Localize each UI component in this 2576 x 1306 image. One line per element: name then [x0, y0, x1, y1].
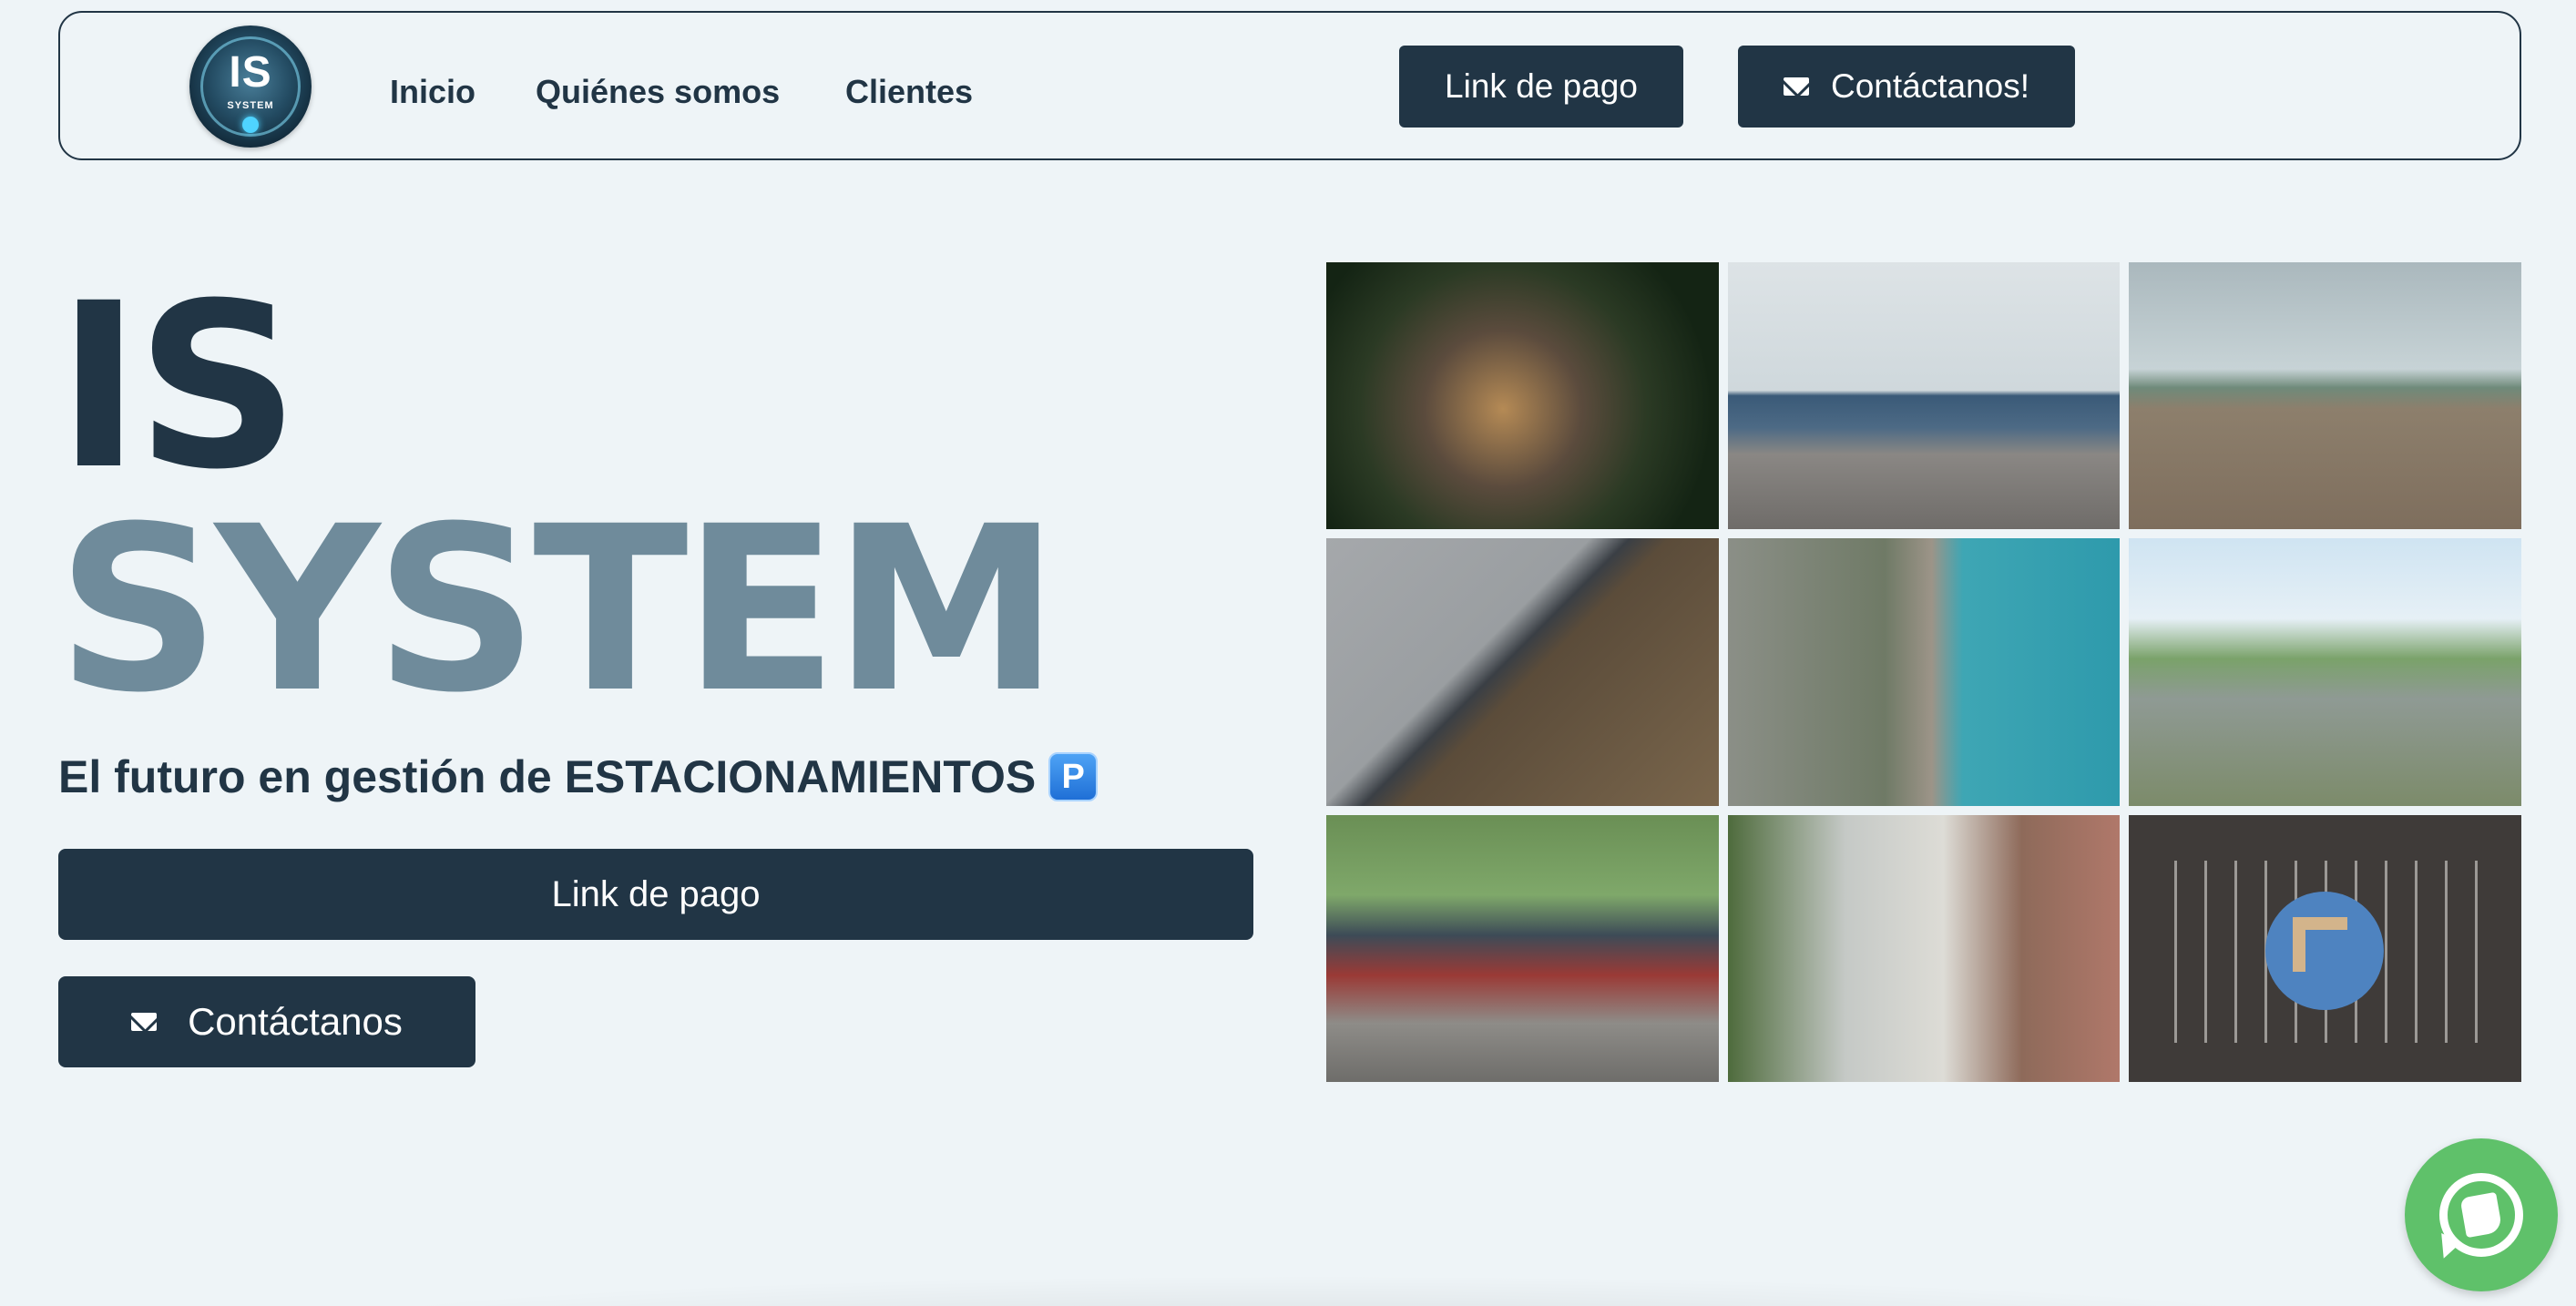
hero-pay-button[interactable]: Link de pago: [58, 849, 1253, 940]
nav-pay-label: Link de pago: [1445, 67, 1638, 105]
photo-seaside-parking: [1727, 262, 2121, 530]
photo-parking-lot-aerial-night: [1326, 262, 1719, 530]
hero-tagline-text: El futuro en gestión de ESTACIONAMIENTOS: [58, 751, 1037, 802]
logo[interactable]: IS SYSTEM: [189, 26, 312, 148]
photo-parking-lot-arrow: [2129, 814, 2521, 1082]
photo-residential-street: [1727, 814, 2121, 1082]
hero-title-is: IS: [56, 254, 300, 519]
nav-contact-label: Contáctanos!: [1830, 67, 2030, 105]
nav-link-clientes[interactable]: Clientes: [845, 73, 973, 111]
section-shadow: [273, 1275, 2368, 1306]
hero-contact-button[interactable]: Contáctanos: [58, 976, 475, 1067]
hero-title-system: SYSTEM: [56, 477, 1059, 742]
photo-diagonal-parking-aerial: [1326, 538, 1719, 806]
envelope-icon: [131, 1013, 158, 1031]
photo-resort-parking: [2129, 538, 2521, 806]
parking-sign-icon: P: [1048, 752, 1099, 801]
nav-contact-button[interactable]: Contáctanos!: [1738, 46, 2075, 128]
photo-gallery: [1326, 262, 2521, 1082]
photo-street-parked-cars: [1326, 814, 1719, 1082]
navbar: IS SYSTEM Inicio Quiénes somos Clientes …: [58, 11, 2521, 160]
nav-pay-button[interactable]: Link de pago: [1399, 46, 1683, 128]
hero-tagline: El futuro en gestión de ESTACIONAMIENTOS…: [58, 750, 1099, 803]
envelope-icon: [1783, 77, 1809, 96]
whatsapp-button[interactable]: [2405, 1138, 2558, 1291]
nav-link-inicio[interactable]: Inicio: [390, 73, 475, 111]
arrow-mark: [2293, 916, 2348, 972]
photo-coastal-parking-aerial: [1727, 538, 2121, 806]
logo-subtitle: SYSTEM: [227, 100, 274, 111]
hero-pay-label: Link de pago: [551, 873, 761, 914]
nav-link-quienes-somos[interactable]: Quiénes somos: [536, 73, 780, 111]
logo-dot: [242, 117, 259, 133]
logo-title: IS: [229, 48, 272, 97]
photo-empty-beach-parking: [2129, 262, 2521, 530]
hero-contact-label: Contáctanos: [188, 1000, 403, 1043]
